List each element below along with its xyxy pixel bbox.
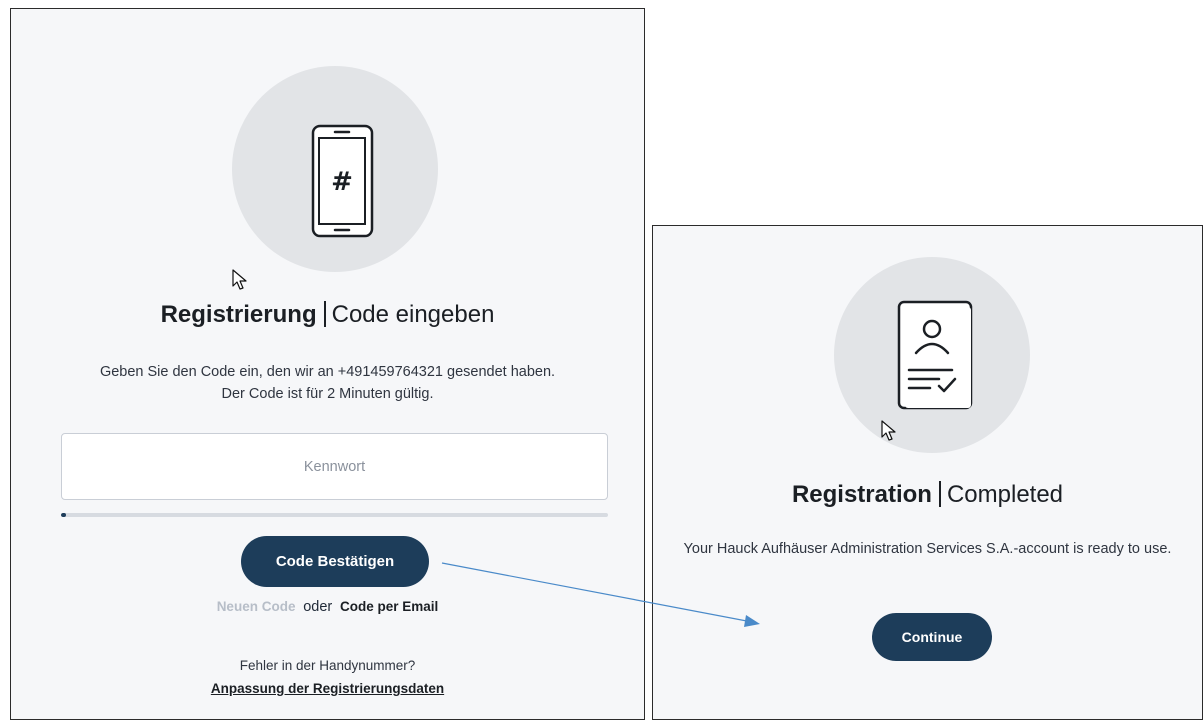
instructions-line-1: Geben Sie den Code ein, den wir an +4914… [99,364,556,380]
page-title: Registrierung Code eingeben [11,301,644,329]
title-separator [938,481,941,507]
mouse-cursor-icon [232,269,247,290]
confirm-code-button[interactable]: Code Bestätigen [241,536,429,587]
email-code-link[interactable]: Code per Email [340,599,438,614]
code-timer-progress [61,513,608,517]
instructions-line-2: Der Code ist für 2 Minuten gültig. [221,386,434,402]
phone-hash-icon: # [311,124,374,238]
adjust-registration-data-link[interactable]: Anpassung der Registrierungsdaten [11,681,644,696]
registration-completed-panel: Registration Completed Your Hauck Aufhäus… [652,225,1203,720]
mouse-cursor-icon [881,420,896,441]
title-light: Code eingeben [331,301,495,328]
title-separator [323,301,326,327]
page-title: Registration Completed [653,481,1202,509]
alternative-code-options: Neuen Code oder Code per Email [11,599,644,615]
id-card-check-icon [897,300,973,410]
code-timer-progress-fill [61,513,67,517]
registration-code-panel: # Registrierung Code eingeben Geben Sie d… [10,8,645,720]
code-input[interactable] [61,433,608,500]
new-code-link[interactable]: Neuen Code [217,599,296,614]
title-strong: Registration [791,481,932,508]
completion-text: Your Hauck Aufhäuser Administration Serv… [683,541,1172,557]
icon-circle [834,257,1030,453]
or-text: oder [303,599,333,615]
title-light: Completed [946,481,1064,508]
continue-button[interactable]: Continue [872,613,992,661]
title-strong: Registrierung [160,301,317,328]
phone-error-text: Fehler in der Handynummer? [239,658,416,673]
svg-text:#: # [331,167,353,197]
icon-circle: # [232,66,438,272]
instructions-text: Geben Sie den Code ein, den wir an +4914… [11,361,644,405]
